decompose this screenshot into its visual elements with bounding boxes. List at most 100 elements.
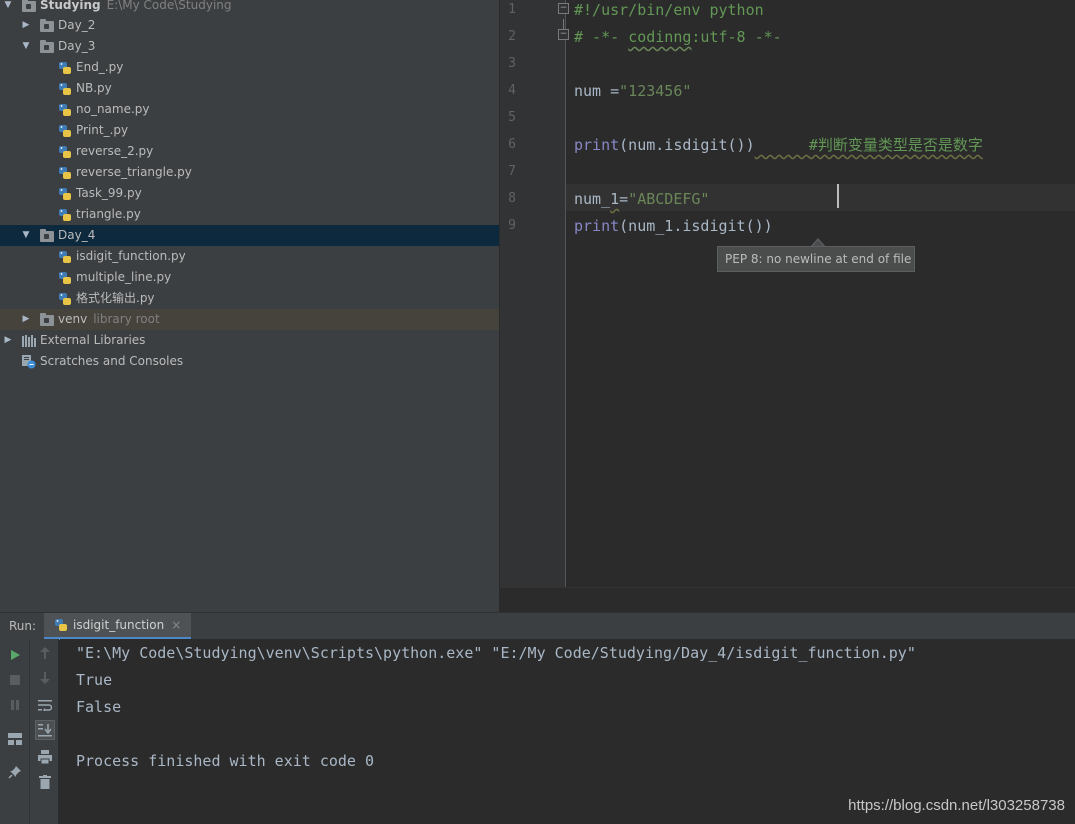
tree-item-label: Day_4 [58, 228, 96, 242]
builtin-print: print [574, 136, 620, 154]
expand-arrow-icon[interactable]: ▼ [2, 0, 14, 16]
clear-all-button[interactable] [35, 772, 55, 792]
soft-wrap-icon [38, 700, 52, 711]
tree-root-studying[interactable]: ▼ Studying E:\My Code\Studying [0, 0, 499, 16]
code-line-8[interactable]: num_1="ABCDEFG" [574, 189, 709, 216]
tree-file-no-name[interactable]: no_name.py [0, 99, 499, 120]
tree-file-reverse-2[interactable]: reverse_2.py [0, 141, 499, 162]
code-line-9[interactable]: print(num_1.isdigit()) [574, 216, 773, 243]
code-line-6[interactable]: print(num.isdigit()) #判断变量类型是否是数字 [574, 135, 983, 162]
stop-button[interactable] [5, 670, 25, 690]
tree-item-day-2[interactable]: ▶ Day_2 [0, 15, 499, 36]
soft-wrap-button[interactable] [35, 695, 55, 715]
code-line-4[interactable]: num ="123456" [574, 81, 691, 108]
run-tab-isdigit-function[interactable]: isdigit_function × [44, 613, 192, 640]
tree-item-label: Day_3 [58, 39, 96, 53]
shebang-comment: #!/usr/bin/env python [574, 1, 764, 19]
console-line-output: False [76, 698, 122, 716]
layout-button[interactable] [5, 729, 25, 749]
root-folder-name: Studying [40, 0, 101, 12]
inline-comment: #判断变量类型是否是数字 [808, 136, 983, 154]
tree-item-label: Day_2 [58, 18, 96, 32]
builtin-print: print [574, 217, 620, 235]
tree-item-label: Scratches and Consoles [40, 354, 184, 368]
play-icon [11, 650, 20, 660]
tree-file-isdigit-function[interactable]: isdigit_function.py [0, 246, 499, 267]
line-number: 4 [508, 83, 516, 98]
expand-arrow-icon[interactable]: ▼ [20, 225, 32, 246]
console-line-exit: Process finished with exit code 0 [76, 752, 375, 770]
tree-item-label: reverse_2.py [76, 144, 154, 158]
string-literal: "123456" [619, 82, 692, 100]
tree-item-label: 格式化输出.py [76, 291, 155, 305]
tree-item-day-3[interactable]: ▼ Day_3 [0, 36, 499, 57]
fold-end-icon[interactable]: − [558, 29, 569, 40]
scroll-to-end-button[interactable] [35, 720, 55, 740]
tree-item-label: reverse_triangle.py [76, 165, 192, 179]
python-file-icon [59, 146, 71, 158]
tree-file-task-99[interactable]: Task_99.py [0, 183, 499, 204]
tree-item-label: no_name.py [76, 102, 150, 116]
tree-file-multiple-line[interactable]: multiple_line.py [0, 267, 499, 288]
scroll-up-button[interactable] [35, 643, 55, 663]
arrow-down-icon [40, 672, 50, 684]
gutter-divider [565, 0, 566, 587]
tree-item-label: End_.py [76, 60, 124, 74]
code-text: (num.isdigit()) [619, 136, 755, 154]
run-toolbar-secondary [30, 639, 59, 824]
console-line-output: True [76, 671, 113, 689]
rerun-button[interactable] [5, 645, 25, 665]
code-text: num = [574, 82, 620, 100]
run-tool-window-header: Run: isdigit_function × [0, 612, 1075, 640]
tree-file-nb[interactable]: NB.py [0, 78, 499, 99]
folder-icon [40, 313, 54, 326]
close-icon[interactable]: × [171, 618, 181, 632]
code-text: (num_1.isdigit()) [619, 217, 773, 235]
code-editor[interactable]: 1 2 3 4 5 6 7 8 9 − − #!/usr/bin/env pyt… [500, 0, 1075, 612]
collapse-arrow-icon[interactable]: ▶ [20, 15, 32, 36]
tree-file-end[interactable]: End_.py [0, 57, 499, 78]
encoding-comment-start: # -*- [574, 28, 629, 46]
line-number: 3 [508, 56, 516, 71]
stop-icon [10, 675, 20, 685]
folder-icon [40, 229, 54, 242]
tree-item-day-4[interactable]: ▼ Day_4 [0, 225, 499, 246]
tree-item-label: External Libraries [40, 333, 146, 347]
expand-arrow-icon[interactable]: ▼ [20, 36, 32, 57]
code-text: = [619, 190, 629, 208]
scratches-icon [22, 355, 36, 369]
project-tool-window: ▼ Studying E:\My Code\Studying ▶ Day_2 ▼ … [0, 0, 499, 612]
tree-item-external-libraries[interactable]: ▶ External Libraries [0, 330, 499, 351]
print-button[interactable] [35, 747, 55, 767]
tree-file-format-output[interactable]: 格式化输出.py [0, 288, 499, 309]
console-line-command: "E:\My Code\Studying\venv\Scripts\python… [76, 644, 916, 662]
tree-file-triangle[interactable]: triangle.py [0, 204, 499, 225]
pin-button[interactable] [5, 762, 25, 782]
fold-start-icon[interactable]: − [558, 3, 569, 14]
pep8-warning-token: 1 [610, 190, 620, 208]
scroll-to-end-icon [38, 724, 52, 737]
editor-bottom-strip [500, 587, 1075, 612]
tree-item-venv[interactable]: ▶ venv library root [0, 309, 499, 330]
scroll-down-button[interactable] [35, 668, 55, 688]
tree-file-print[interactable]: Print_.py [0, 120, 499, 141]
encoding-comment-end: :utf-8 -*- [691, 28, 782, 46]
trash-icon [39, 775, 51, 789]
line-number: 8 [508, 191, 516, 206]
library-root-hint: library root [93, 312, 160, 326]
run-tab-label: isdigit_function [73, 618, 165, 632]
line-number: 6 [508, 137, 516, 152]
pause-icon [11, 700, 19, 710]
layout-icon [8, 733, 22, 745]
tree-item-scratches[interactable]: Scratches and Consoles [0, 351, 499, 372]
root-folder-path: E:\My Code\Studying [106, 0, 232, 12]
printer-icon [38, 750, 52, 764]
pause-button[interactable] [5, 695, 25, 715]
collapse-arrow-icon[interactable]: ▶ [2, 330, 14, 351]
python-file-icon [59, 83, 71, 95]
collapse-arrow-icon[interactable]: ▶ [20, 309, 32, 330]
tree-file-reverse-triangle[interactable]: reverse_triangle.py [0, 162, 499, 183]
code-line-1[interactable]: #!/usr/bin/env python [574, 0, 764, 27]
library-icon [22, 335, 36, 347]
code-line-2[interactable]: # -*- codinng:utf-8 -*- [574, 27, 782, 54]
